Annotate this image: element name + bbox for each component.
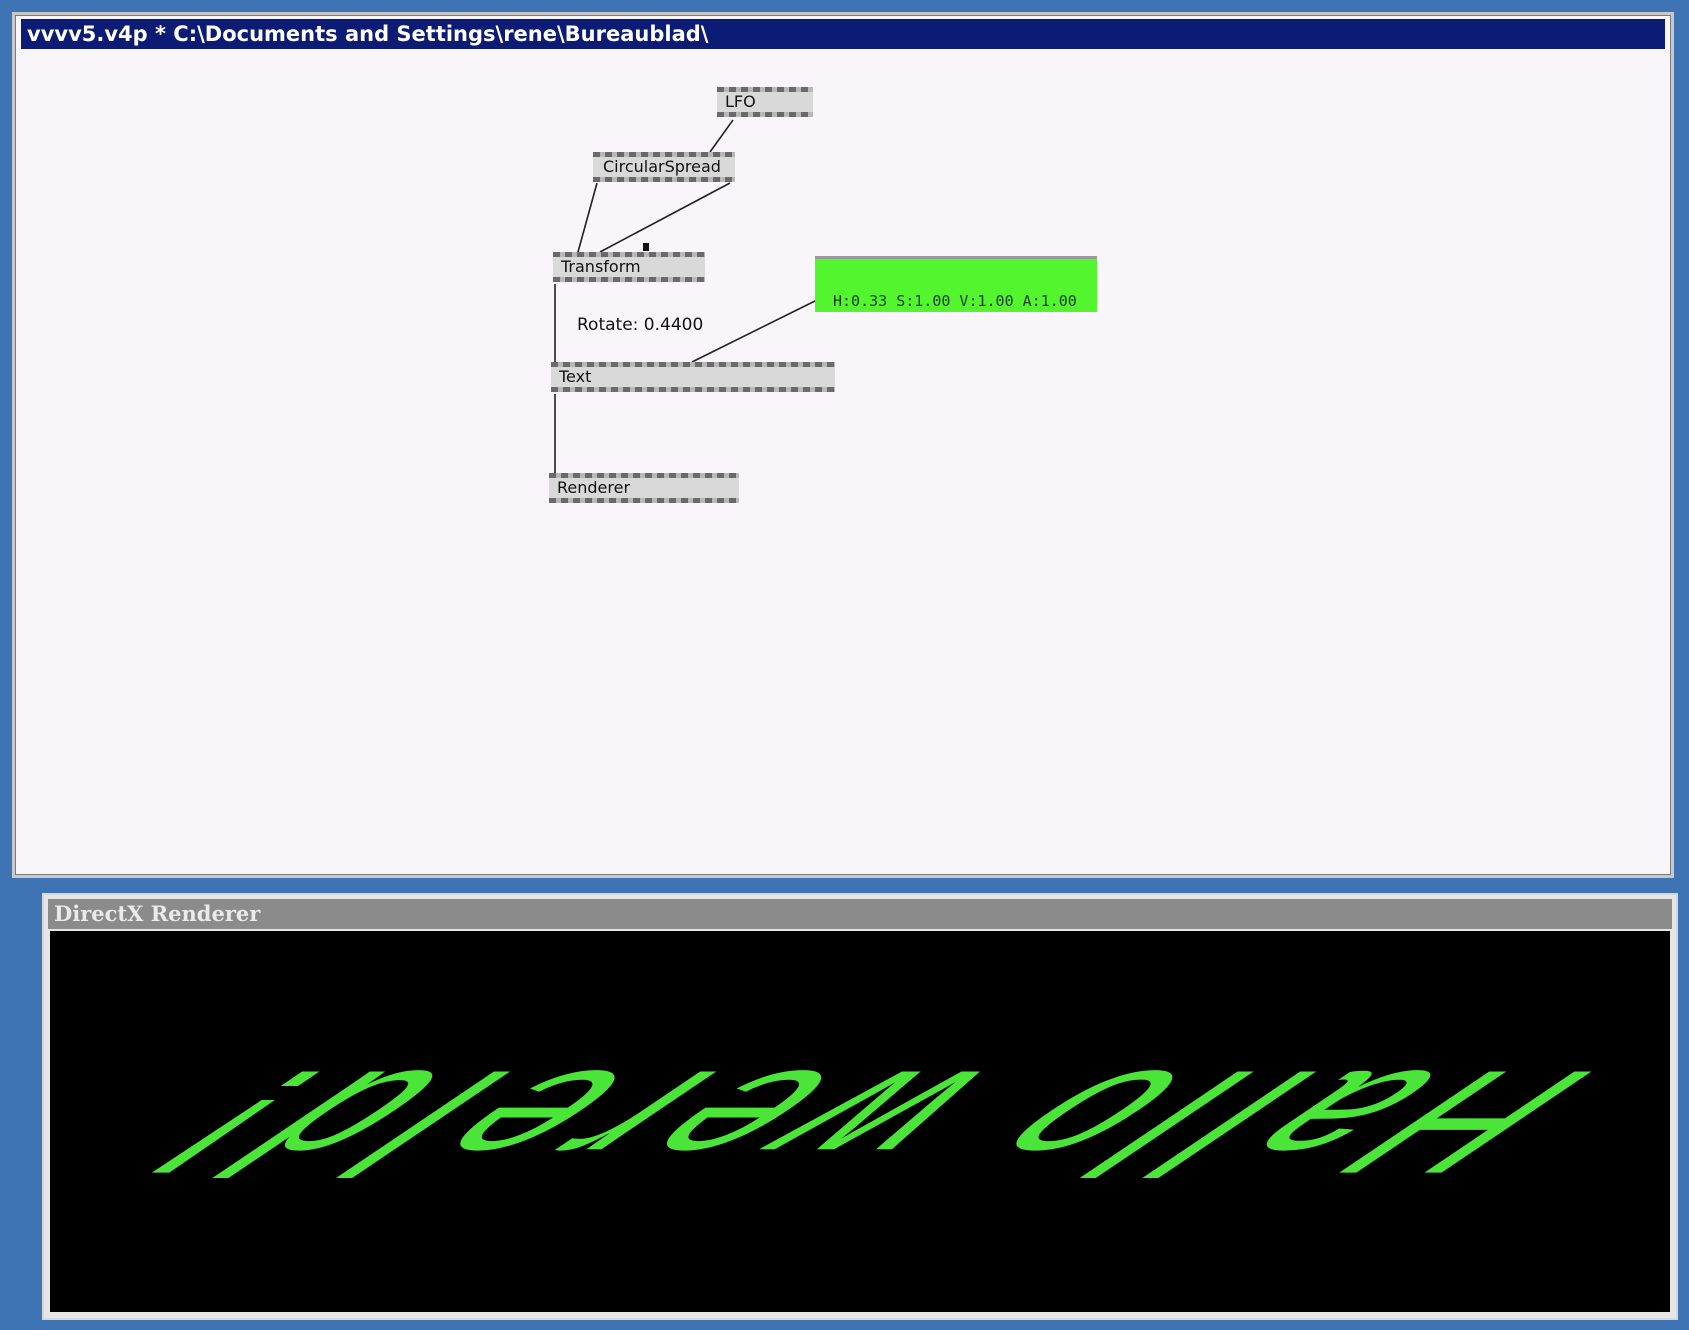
- directx-renderer-window[interactable]: DirectX Renderer Hallo wereld!: [42, 893, 1678, 1320]
- renderer-node-label: Renderer: [557, 478, 631, 497]
- renderer-titlebar[interactable]: DirectX Renderer: [48, 899, 1672, 929]
- text-node-label: Text: [559, 367, 592, 386]
- lfo-node[interactable]: LFO: [717, 87, 813, 117]
- transform-node-label: Transform: [561, 257, 641, 276]
- text-node[interactable]: Text: [551, 362, 835, 392]
- patch-editor-window[interactable]: vvvv5.v4p * C:\Documents and Settings\re…: [12, 12, 1674, 878]
- rotate-pin-marker: [643, 243, 649, 251]
- wire-circularspread-to-transform-a: [577, 182, 598, 253]
- wire-lfo-to-circularspread: [709, 119, 734, 153]
- renderer-viewport[interactable]: Hallo wereld!: [50, 931, 1670, 1312]
- lfo-node-label: LFO: [725, 92, 756, 111]
- rendered-text: Hallo wereld!: [65, 1039, 1653, 1205]
- transform-node[interactable]: Transform: [553, 252, 705, 282]
- wire-circularspread-to-transform-b: [599, 182, 731, 253]
- circularspread-node[interactable]: CircularSpread: [593, 152, 735, 182]
- patch-wires: [554, 119, 818, 473]
- circularspread-node-label: CircularSpread: [603, 157, 721, 176]
- renderer-node[interactable]: Renderer: [549, 473, 739, 503]
- rotate-iobox[interactable]: Rotate: 0.4400: [577, 315, 703, 335]
- color-iobox[interactable]: H:0.33 S:1.00 V:1.00 A:1.00: [815, 256, 1097, 312]
- patch-canvas[interactable]: LFO CircularSpread Transform Text Render…: [15, 15, 1671, 875]
- wire-color-to-text: [691, 299, 818, 363]
